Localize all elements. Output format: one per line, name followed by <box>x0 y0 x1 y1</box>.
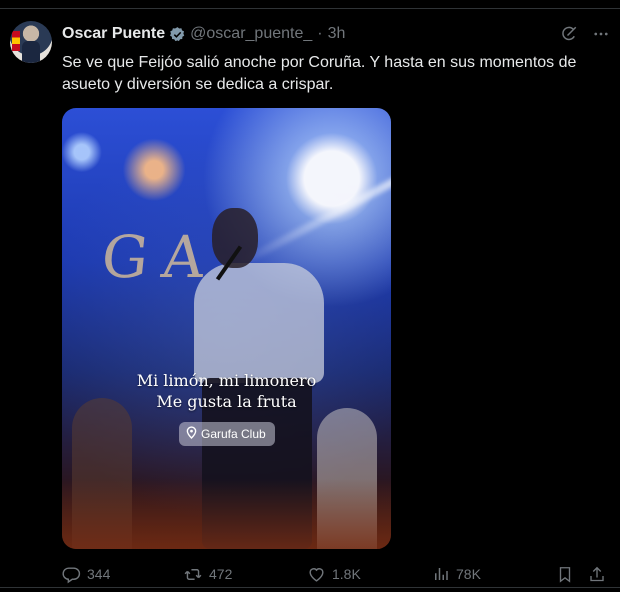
reply-count: 344 <box>87 566 111 582</box>
location-label: Garufa Club <box>201 427 266 441</box>
share-button[interactable] <box>588 565 606 584</box>
action-bar: 344 472 1.8K 78K <box>62 563 610 585</box>
repost-icon <box>183 565 203 584</box>
stage-light-beam <box>233 168 391 270</box>
bookmark-button[interactable] <box>556 565 574 584</box>
repost-button[interactable]: 472 <box>183 565 232 584</box>
reply-button[interactable]: 344 <box>62 565 110 584</box>
avatar[interactable] <box>10 21 52 63</box>
singer-jacket <box>194 263 324 383</box>
reply-icon <box>62 565 81 584</box>
bookmark-icon <box>556 565 574 584</box>
author-handle[interactable]: @oscar_puente_ <box>190 25 312 43</box>
tweet-header: Oscar Puente @oscar_puente_ · 3h <box>62 23 610 45</box>
location-sticker[interactable]: Garufa Club <box>179 422 275 446</box>
like-count: 1.8K <box>332 566 361 582</box>
views-button[interactable]: 78K <box>432 565 481 583</box>
location-pin-icon <box>186 426 197 442</box>
caption-line-2: Me gusta la fruta <box>156 392 297 411</box>
video-caption: Mi limón, mi limonero Me gusta la fruta <box>62 370 391 412</box>
more-icon[interactable] <box>592 25 610 43</box>
tweet-card[interactable]: Oscar Puente @oscar_puente_ · 3h Se ve q… <box>0 8 620 588</box>
post-time[interactable]: 3h <box>328 25 346 43</box>
tweet-text: Se ve que Feijóo salió anoche por Coruña… <box>62 54 577 93</box>
avatar-figure <box>22 41 40 63</box>
verified-badge-icon[interactable] <box>169 26 186 43</box>
views-count: 78K <box>456 566 481 582</box>
grok-icon[interactable] <box>560 25 578 43</box>
repost-count: 472 <box>209 566 233 582</box>
stage-floor <box>62 479 391 549</box>
avatar-flag <box>12 31 20 51</box>
like-button[interactable]: 1.8K <box>307 565 361 584</box>
separator-dot: · <box>317 25 323 42</box>
heart-icon <box>307 565 326 584</box>
caption-line-1: Mi limón, mi limonero <box>136 371 317 390</box>
share-icon <box>588 565 606 584</box>
author-name[interactable]: Oscar Puente <box>62 25 165 43</box>
views-icon <box>432 565 450 583</box>
singer-head <box>212 208 258 268</box>
tweet-video[interactable]: GA Mi limón, mi limonero Me gusta la fru… <box>62 108 391 549</box>
